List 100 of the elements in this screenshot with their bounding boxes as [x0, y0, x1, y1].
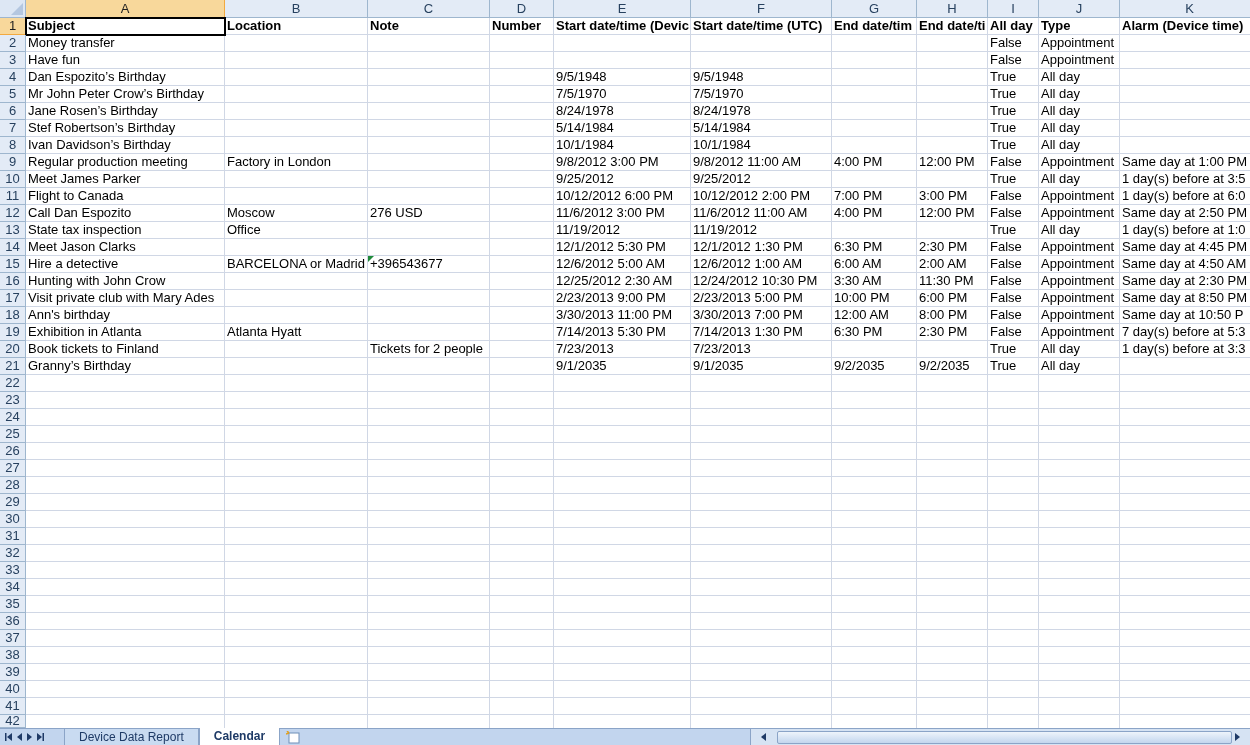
row-header[interactable]: 35 [0, 596, 26, 613]
table-cell-text: Moscow [226, 205, 276, 222]
table-cell-text: All day [1040, 103, 1082, 120]
table-cell-text: Money transfer [27, 35, 116, 52]
column-title[interactable]: Subject [26, 18, 225, 35]
column-header[interactable]: C [368, 0, 490, 18]
table-cell-text: True [989, 69, 1018, 86]
row-header[interactable]: 20 [0, 341, 26, 358]
row-header[interactable]: 34 [0, 579, 26, 596]
table-cell-text: False [989, 324, 1023, 341]
row-header[interactable]: 17 [0, 290, 26, 307]
table-cell-text: Appointment [1040, 188, 1115, 205]
row-header[interactable]: 2 [0, 35, 26, 52]
row-header[interactable]: 31 [0, 528, 26, 545]
row-header[interactable]: 13 [0, 222, 26, 239]
row-header[interactable]: 29 [0, 494, 26, 511]
table-cell-text: 8/24/1978 [555, 103, 615, 120]
row-header[interactable]: 36 [0, 613, 26, 630]
row-header[interactable]: 7 [0, 120, 26, 137]
table-cell-text: 12:00 AM [833, 307, 890, 324]
row-header[interactable]: 26 [0, 443, 26, 460]
row-header[interactable]: 3 [0, 52, 26, 69]
row-header[interactable]: 39 [0, 664, 26, 681]
row-header[interactable]: 28 [0, 477, 26, 494]
table-cell-text: 9/1/2035 [692, 358, 745, 375]
row-header[interactable]: 11 [0, 188, 26, 205]
row-header[interactable]: 19 [0, 324, 26, 341]
column-title: Start date/time (UTC) [692, 18, 824, 35]
scroll-thumb[interactable] [777, 730, 1232, 744]
table-cell-text: All day [1040, 222, 1082, 239]
row-header[interactable]: 21 [0, 358, 26, 375]
table-cell-text: 11/19/2012 [555, 222, 622, 239]
table-cell-text: 9/1/2035 [555, 358, 608, 375]
table-cell-text: Ivan Davidson’s Birthday [27, 137, 172, 154]
next-sheet-icon[interactable] [27, 733, 32, 741]
row-header[interactable]: 18 [0, 307, 26, 324]
last-sheet-icon[interactable] [37, 733, 44, 741]
row-header[interactable]: 10 [0, 171, 26, 188]
column-header[interactable]: E [554, 0, 691, 18]
row-header[interactable]: 32 [0, 545, 26, 562]
row-header[interactable]: 42 [0, 715, 26, 728]
column-header[interactable]: H [917, 0, 988, 18]
table-cell-text: 12/6/2012 1:00 AM [692, 256, 804, 273]
column-header[interactable]: G [832, 0, 917, 18]
sheet-tab[interactable]: Calendar [198, 728, 281, 745]
previous-sheet-icon[interactable] [17, 733, 22, 741]
column-header[interactable]: I [988, 0, 1039, 18]
table-cell-text: State tax inspection [27, 222, 143, 239]
row-header[interactable]: 41 [0, 698, 26, 715]
table-cell-text: True [989, 103, 1018, 120]
table-cell-text: Dan Espozito’s Birthday [27, 69, 167, 86]
table-cell-text: Same day at 2:50 PM [1121, 205, 1248, 222]
row-header[interactable]: 25 [0, 426, 26, 443]
row-header[interactable]: 8 [0, 137, 26, 154]
horizontal-scrollbar[interactable] [750, 729, 1250, 745]
row-header[interactable]: 24 [0, 409, 26, 426]
table-cell-text: 4:00 PM [833, 154, 884, 171]
table-cell-text: Same day at 1:00 PM [1121, 154, 1248, 171]
row-header[interactable]: 6 [0, 103, 26, 120]
table-cell-text: 4:00 PM [833, 205, 884, 222]
column-header[interactable]: A [26, 0, 225, 18]
row-header[interactable]: 22 [0, 375, 26, 392]
row-header[interactable]: 4 [0, 69, 26, 86]
table-cell-text: Same day at 8:50 PM [1121, 290, 1248, 307]
table-cell-text: Meet Jason Clarks [27, 239, 137, 256]
table-cell-text: Atlanta Hyatt [226, 324, 303, 341]
table-cell-text: 2/23/2013 5:00 PM [692, 290, 804, 307]
table-cell-text: Tickets for 2 people [369, 341, 484, 358]
row-header[interactable]: 27 [0, 460, 26, 477]
column-header[interactable]: K [1120, 0, 1250, 18]
table-cell-text: 7 day(s) before at 5:3 [1121, 324, 1247, 341]
column-title: All day [989, 18, 1034, 35]
first-sheet-icon[interactable] [5, 733, 12, 741]
column-header[interactable]: D [490, 0, 554, 18]
table-cell-text: 7/14/2013 1:30 PM [692, 324, 804, 341]
row-header[interactable]: 12 [0, 205, 26, 222]
row-header[interactable]: 38 [0, 647, 26, 664]
table-cell-text: All day [1040, 69, 1082, 86]
row-header[interactable]: 5 [0, 86, 26, 103]
table-cell-text: 7/5/1970 [692, 86, 745, 103]
scroll-left-icon[interactable] [759, 733, 769, 741]
table-cell-text: Same day at 10:50 P [1121, 307, 1245, 324]
row-header[interactable]: 37 [0, 630, 26, 647]
table-cell-text: Book tickets to Finland [27, 341, 160, 358]
scroll-right-icon[interactable] [1232, 733, 1242, 741]
row-header[interactable]: 9 [0, 154, 26, 171]
sheet-tab[interactable]: Device Data Report [64, 729, 199, 745]
table-cell-text: Appointment [1040, 324, 1115, 341]
column-header[interactable]: B [225, 0, 368, 18]
column-header[interactable]: F [691, 0, 832, 18]
row-header[interactable]: 23 [0, 392, 26, 409]
row-header[interactable]: 40 [0, 681, 26, 698]
row-header[interactable]: 1 [0, 18, 26, 35]
row-header[interactable]: 15 [0, 256, 26, 273]
row-header[interactable]: 30 [0, 511, 26, 528]
column-header[interactable]: J [1039, 0, 1120, 18]
table-cell-text: 7:00 PM [833, 188, 884, 205]
row-header[interactable]: 16 [0, 273, 26, 290]
row-header[interactable]: 14 [0, 239, 26, 256]
row-header[interactable]: 33 [0, 562, 26, 579]
